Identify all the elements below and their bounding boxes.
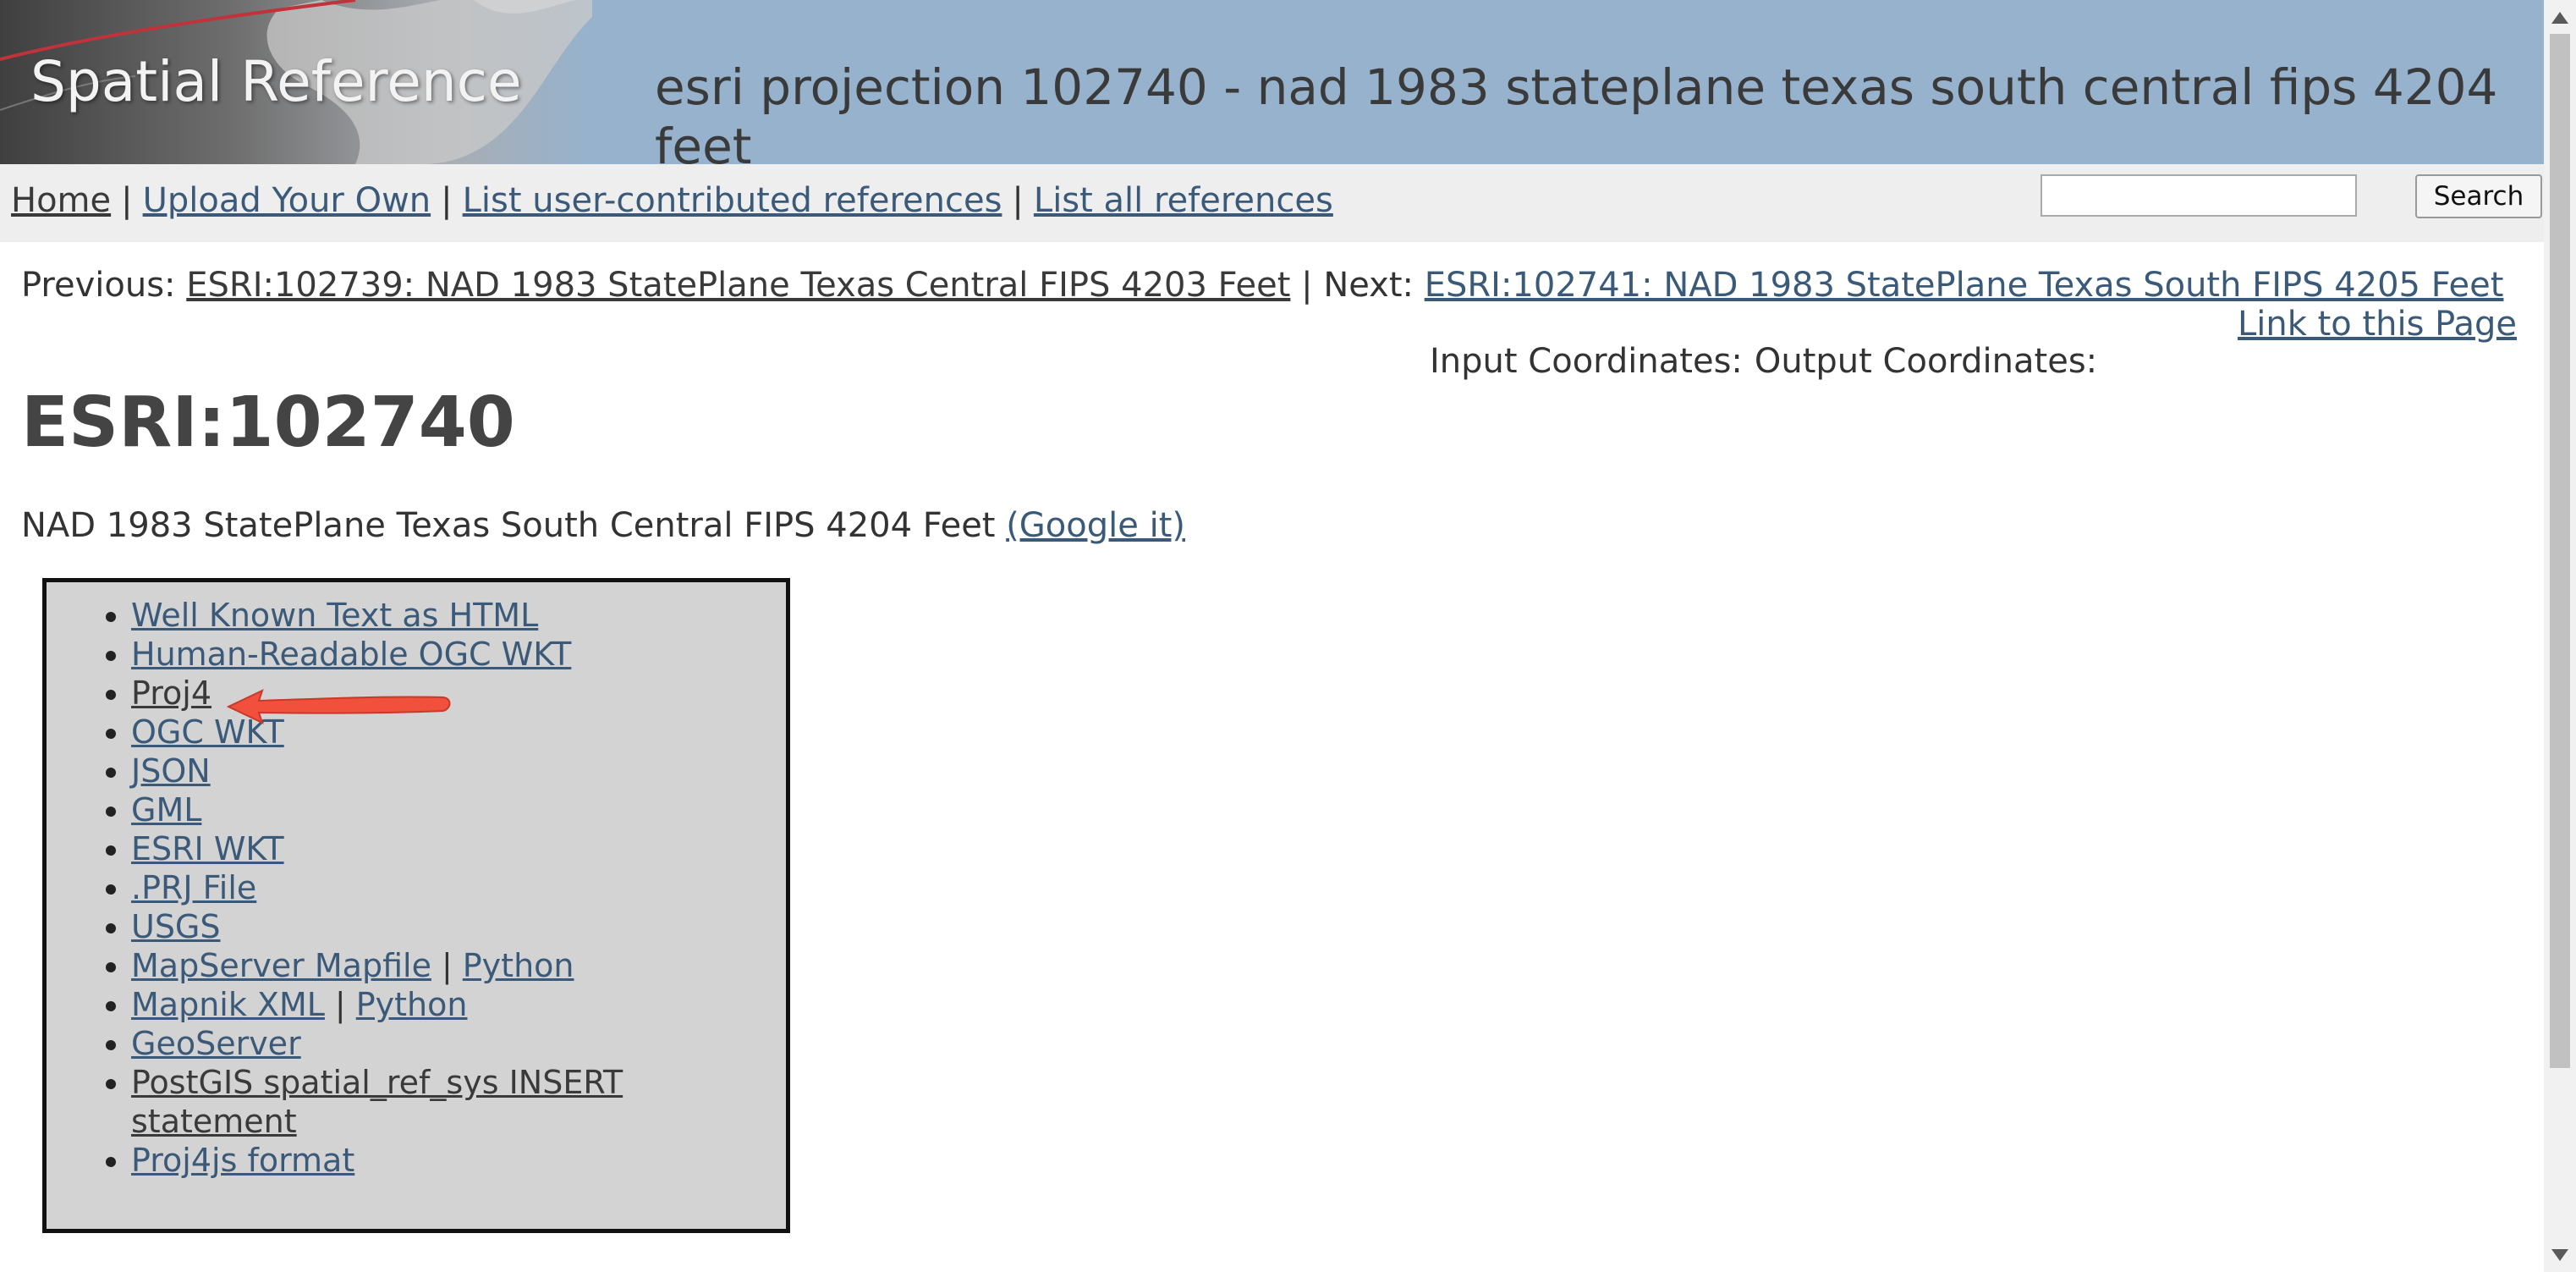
srid-description: NAD 1983 StatePlane Texas South Central …	[21, 506, 1185, 545]
list-item: MapServer Mapfile | Python	[131, 946, 723, 985]
scroll-up-icon[interactable]	[2551, 12, 2568, 24]
formats-list: Well Known Text as HTML Human-Readable O…	[89, 596, 723, 1180]
list-separator: |	[441, 947, 453, 984]
next-reference-link[interactable]: ESRI:102741: NAD 1983 StatePlane Texas S…	[1425, 266, 2504, 305]
site-logo[interactable]: Spatial Reference	[0, 0, 592, 164]
format-link-usgs[interactable]: USGS	[131, 908, 221, 945]
list-item: JSON	[131, 752, 723, 790]
format-link-mapserver-mapfile[interactable]: MapServer Mapfile	[131, 947, 431, 984]
nav-user-references-link[interactable]: List user-contributed references	[463, 181, 1002, 220]
list-item: Proj4js format	[131, 1141, 723, 1180]
previous-label: Previous:	[21, 266, 176, 305]
format-link-gml[interactable]: GML	[131, 791, 201, 829]
list-item: .PRJ File	[131, 868, 723, 907]
nav-links: Home | Upload Your Own | List user-contribut…	[11, 181, 1333, 220]
scroll-down-icon[interactable]	[2551, 1249, 2568, 1261]
format-link-prj-file[interactable]: .PRJ File	[131, 869, 256, 906]
nav-all-references-link[interactable]: List all references	[1034, 181, 1333, 220]
nav-upload-link[interactable]: Upload Your Own	[143, 181, 431, 220]
list-item: USGS	[131, 907, 723, 946]
list-item: GML	[131, 790, 723, 829]
page-heading: esri projection 102740 - nad 1983 statep…	[655, 58, 2498, 175]
list-item: GeoServer	[131, 1024, 723, 1063]
list-item: Human-Readable OGC WKT	[131, 635, 723, 674]
srid-description-text: NAD 1983 StatePlane Texas South Central …	[21, 506, 996, 545]
format-link-mapnik-python[interactable]: Python	[356, 986, 468, 1023]
format-link-mapserver-python[interactable]: Python	[463, 947, 574, 984]
nav-home-link[interactable]: Home	[11, 181, 111, 220]
coordinate-labels: Input Coordinates: Output Coordinates:	[1430, 342, 2097, 381]
format-link-mapnik-xml[interactable]: Mapnik XML	[131, 986, 325, 1023]
format-link-json[interactable]: JSON	[131, 752, 211, 790]
annotation-arrow-icon	[226, 689, 451, 724]
search-button[interactable]: Search	[2415, 174, 2542, 218]
nav-separator: |	[121, 181, 133, 220]
srid-title: ESRI:102740	[21, 383, 515, 463]
list-item: Mapnik XML| Python	[131, 985, 723, 1024]
google-it-link[interactable]: (Google it)	[1006, 506, 1185, 545]
next-label: Next:	[1323, 266, 1414, 305]
search-input[interactable]	[2040, 174, 2357, 217]
format-link-human-readable-wkt[interactable]: Human-Readable OGC WKT	[131, 636, 571, 673]
list-item: Well Known Text as HTML	[131, 596, 723, 635]
scrollbar-thumb[interactable]	[2550, 34, 2570, 1068]
output-coordinates-label: Output Coordinates:	[1754, 342, 2098, 381]
list-item: ESRI WKT	[131, 829, 723, 868]
previous-reference-link[interactable]: ESRI:102739: NAD 1983 StatePlane Texas C…	[186, 266, 1290, 305]
prevnext-separator: |	[1301, 266, 1313, 305]
input-coordinates-label: Input Coordinates:	[1430, 342, 1743, 381]
list-item: PostGIS spatial_ref_sys INSERT statement	[131, 1063, 723, 1141]
nav-separator: |	[441, 181, 453, 220]
site-header: Spatial Reference esri projection 102740…	[0, 0, 2544, 175]
format-link-wkt-html[interactable]: Well Known Text as HTML	[131, 597, 538, 634]
link-to-this-page[interactable]: Link to this Page	[2238, 305, 2517, 344]
logo-text: Spatial Reference	[30, 49, 522, 114]
format-link-proj4js[interactable]: Proj4js format	[131, 1142, 354, 1179]
format-link-postgis-insert[interactable]: PostGIS spatial_ref_sys INSERT statement	[131, 1064, 623, 1140]
format-link-geoserver[interactable]: GeoServer	[131, 1025, 301, 1062]
format-link-proj4[interactable]: Proj4	[131, 675, 211, 712]
nav-separator: |	[1012, 181, 1024, 220]
previous-next-navigation: Previous: ESRI:102739: NAD 1983 StatePla…	[21, 266, 2503, 305]
list-separator: |	[334, 986, 346, 1023]
format-link-esri-wkt[interactable]: ESRI WKT	[131, 830, 284, 867]
